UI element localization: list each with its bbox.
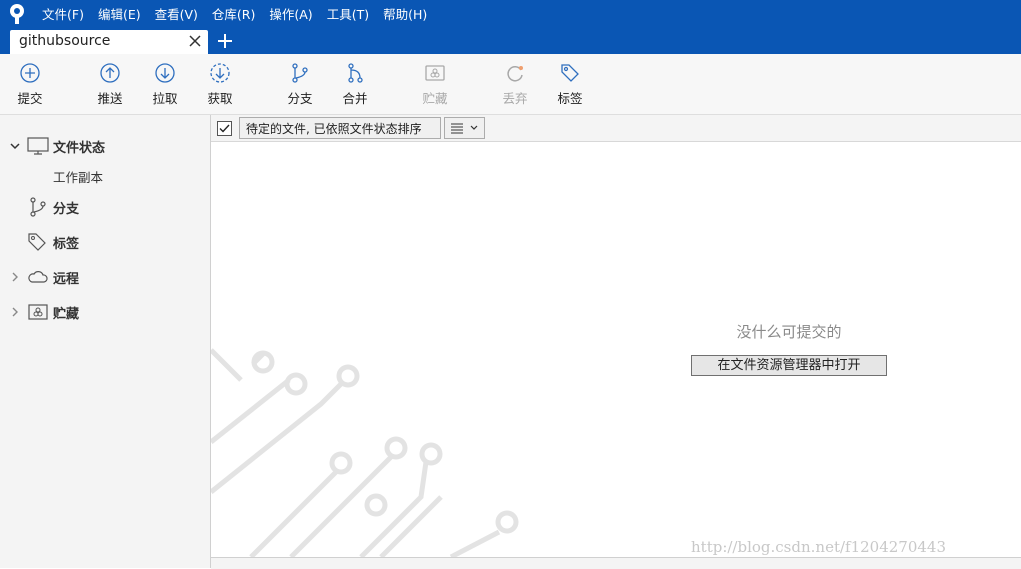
checkmark-icon (219, 124, 230, 133)
branch-label: 分支 (287, 91, 313, 106)
merge-button[interactable]: 合并 (327, 62, 383, 107)
sidebar-item-label: 分支 (53, 202, 80, 217)
branch-button[interactable]: 分支 (272, 62, 328, 107)
empty-state-message: 没什么可提交的 (736, 323, 842, 341)
tag-icon (28, 233, 46, 251)
branch-icon (30, 197, 46, 217)
pull-button[interactable]: 拉取 (137, 62, 193, 107)
open-in-explorer-button[interactable]: 在文件资源管理器中打开 (691, 355, 887, 376)
tag-button[interactable]: 标签 (542, 62, 598, 107)
branch-icon (292, 63, 308, 83)
fetch-dashed-circle-icon (210, 63, 230, 83)
close-icon[interactable] (186, 32, 204, 50)
stash-icon (425, 65, 445, 81)
menu-actions[interactable]: 操作(A) (269, 4, 312, 23)
menu-file[interactable]: 文件(F) (42, 4, 84, 23)
select-all-checkbox[interactable] (217, 121, 232, 136)
arrow-down-circle-icon (155, 63, 175, 83)
tab-repository[interactable]: githubsource (10, 30, 208, 54)
fetch-label: 获取 (207, 91, 233, 106)
merge-icon (348, 63, 363, 83)
file-filter-bar: 待定的文件, 已依照文件状态排序 ⌵ (211, 115, 1021, 142)
push-label: 推送 (97, 91, 123, 106)
monitor-icon (27, 137, 49, 155)
push-button[interactable]: 推送 (82, 62, 138, 107)
plus-circle-icon (20, 63, 40, 83)
fetch-button[interactable]: 获取 (192, 62, 248, 107)
chevron-down-icon[interactable] (9, 140, 21, 152)
discard-label: 丢弃 (502, 91, 528, 106)
menu-repository[interactable]: 仓库(R) (212, 4, 255, 23)
menu-bar: 文件(F) 编辑(E) 查看(V) 仓库(R) 操作(A) 工具(T) 帮助(H… (42, 0, 441, 27)
view-mode-dropdown[interactable] (444, 117, 485, 139)
add-tab-icon[interactable] (216, 32, 234, 50)
sidebar-item-label: 远程 (53, 272, 80, 287)
sidebar-item-working-copy[interactable]: 工作副本 (53, 167, 103, 186)
tab-bar: githubsource (0, 27, 1021, 54)
chevron-down-icon: ⌵ (246, 119, 254, 130)
main-content: 没什么可提交的 在文件资源管理器中打开 http://blog.csdn.net… (211, 142, 1021, 557)
sidebar-item-label: 文件状态 (53, 141, 106, 156)
sidebar: 文件状态 工作副本 分支 标签 远程 贮藏 (0, 115, 211, 568)
title-bar: 文件(F) 编辑(E) 查看(V) 仓库(R) 操作(A) 工具(T) 帮助(H… (0, 0, 1021, 27)
tag-icon (561, 64, 579, 82)
sidebar-item-label: 标签 (53, 237, 80, 252)
commit-label: 提交 (17, 91, 43, 106)
chevron-right-icon[interactable] (9, 271, 21, 283)
menu-view[interactable]: 查看(V) (155, 4, 198, 23)
sidebar-item-stashes[interactable]: 贮藏 (0, 299, 210, 325)
sidebar-item-branches[interactable]: 分支 (0, 194, 210, 220)
watermark-text: http://blog.csdn.net/f1204270443 (691, 538, 947, 556)
discard-button[interactable]: 丢弃 (487, 62, 543, 107)
commit-button[interactable]: 提交 (2, 62, 58, 107)
chevron-right-icon[interactable] (9, 306, 21, 318)
bottom-pane-divider[interactable] (211, 557, 1021, 569)
sidebar-item-label: 贮藏 (53, 307, 80, 322)
menu-edit[interactable]: 编辑(E) (98, 4, 141, 23)
list-view-icon (451, 123, 478, 134)
sidebar-item-tags[interactable]: 标签 (0, 229, 210, 255)
file-sort-dropdown[interactable]: 待定的文件, 已依照文件状态排序 ⌵ (239, 117, 441, 139)
arrow-up-circle-icon (100, 63, 120, 83)
sidebar-item-file-status[interactable]: 文件状态 (0, 133, 210, 159)
toolbar: 提交 推送 拉取 获取 分支 合并 贮藏 丢弃 标签 (0, 54, 1021, 115)
tab-label: githubsource (19, 33, 111, 49)
stash-label: 贮藏 (422, 91, 448, 106)
menu-help[interactable]: 帮助(H) (383, 4, 427, 23)
merge-label: 合并 (342, 91, 368, 106)
tag-label: 标签 (557, 91, 583, 106)
pull-label: 拉取 (152, 91, 178, 106)
stash-icon (28, 304, 48, 320)
circuit-decoration-icon (211, 348, 519, 557)
menu-tools[interactable]: 工具(T) (327, 4, 369, 23)
sourcetree-logo-icon (10, 4, 24, 24)
stash-button[interactable]: 贮藏 (407, 62, 463, 107)
sidebar-item-remotes[interactable]: 远程 (0, 264, 210, 290)
cloud-icon (28, 271, 48, 283)
discard-refresh-icon (507, 66, 523, 82)
